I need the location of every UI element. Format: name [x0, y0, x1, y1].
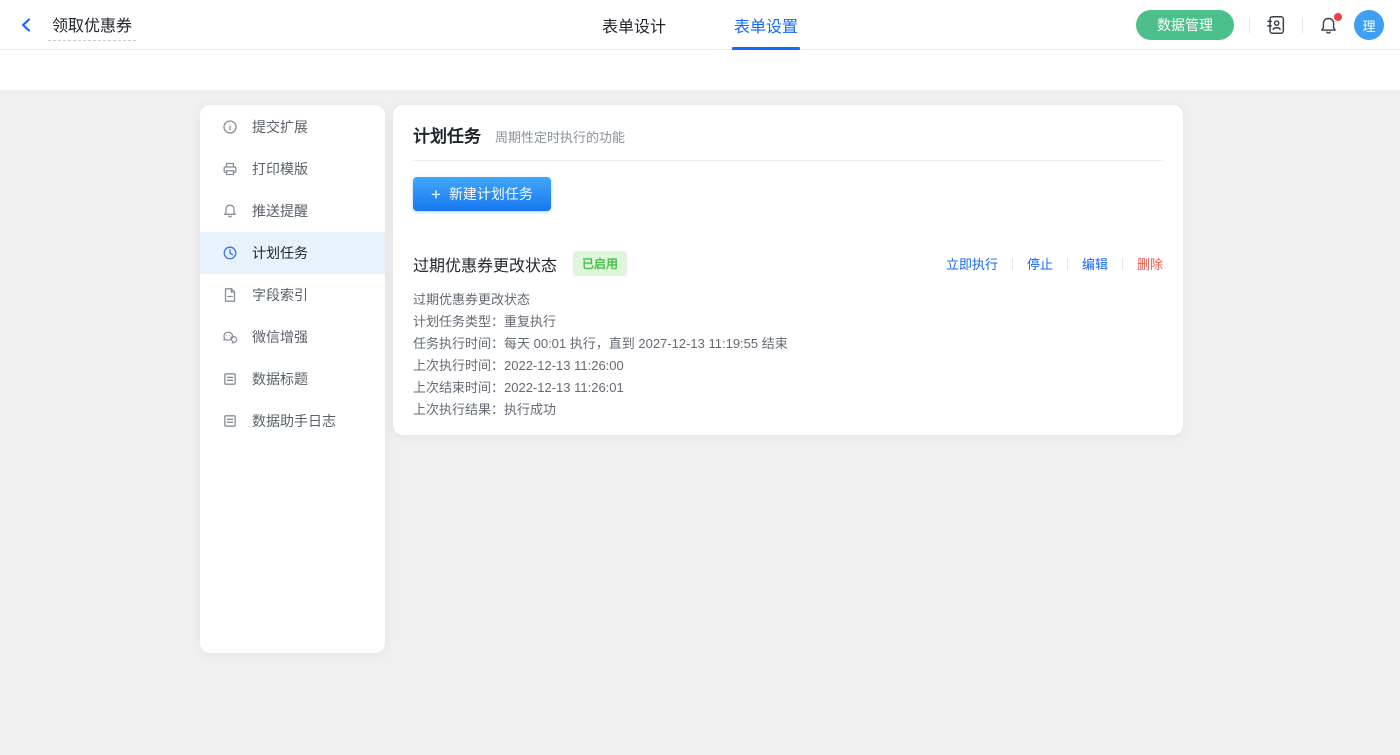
sidebar-item-wechat-enhance[interactable]: 微信增强 — [200, 316, 385, 358]
top-header-bar: 领取优惠券 表单设计 表单设置 数据管理 理 — [0, 0, 1400, 50]
sidebar-item-label: 数据标题 — [252, 369, 308, 389]
action-divider — [1122, 258, 1123, 270]
form-title[interactable]: 领取优惠券 — [48, 10, 136, 41]
back-button[interactable] — [18, 16, 36, 34]
settings-sidebar: 提交扩展 打印模版 推送提醒 — [200, 105, 385, 653]
data-manage-button[interactable]: 数据管理 — [1136, 10, 1234, 40]
clock-icon — [222, 245, 238, 261]
user-avatar[interactable]: 理 — [1354, 10, 1384, 40]
action-divider — [1067, 258, 1068, 270]
list-icon — [222, 371, 238, 387]
task-description: 过期优惠券更改状态 — [413, 289, 1163, 311]
sidebar-item-label: 打印模版 — [252, 159, 308, 179]
new-task-button-label: 新建计划任务 — [449, 184, 533, 204]
sidebar-item-label: 推送提醒 — [252, 201, 308, 221]
sidebar-item-data-title[interactable]: 数据标题 — [200, 358, 385, 400]
sidebar-item-submit-extension[interactable]: 提交扩展 — [200, 106, 385, 148]
delete-link[interactable]: 删除 — [1137, 254, 1163, 273]
last-run-time-line: 上次执行时间：2022-12-13 11:26:00 — [413, 355, 1163, 377]
tab-form-settings[interactable]: 表单设置 — [732, 0, 800, 50]
subheader-strip — [0, 50, 1400, 90]
wechat-icon — [222, 329, 238, 345]
scheduled-tasks-panel: 计划任务 周期性定时执行的功能 + 新建计划任务 过期优惠券更改状态 已启用 立… — [393, 105, 1183, 435]
edit-link[interactable]: 编辑 — [1082, 254, 1108, 273]
address-book-icon[interactable] — [1265, 14, 1287, 36]
task-title-group: 过期优惠券更改状态 已启用 — [413, 251, 627, 276]
sidebar-item-label: 计划任务 — [252, 243, 308, 263]
sidebar-item-label: 微信增强 — [252, 327, 308, 347]
list-icon — [222, 413, 238, 429]
sidebar-item-data-assistant-log[interactable]: 数据助手日志 — [200, 400, 385, 442]
back-chevron-icon — [18, 16, 36, 34]
header-divider — [1302, 17, 1303, 33]
last-end-time-line: 上次结束时间：2022-12-13 11:26:01 — [413, 377, 1163, 399]
panel-title: 计划任务 — [413, 122, 481, 147]
task-actions: 立即执行 停止 编辑 删除 — [946, 254, 1163, 273]
task-name: 过期优惠券更改状态 — [413, 252, 557, 276]
sidebar-item-label: 提交扩展 — [252, 117, 308, 137]
panel-subtitle: 周期性定时执行的功能 — [495, 127, 625, 146]
header-tabs: 表单设计 表单设置 — [600, 0, 800, 50]
plus-icon: + — [431, 186, 441, 203]
run-now-link[interactable]: 立即执行 — [946, 254, 998, 273]
new-scheduled-task-button[interactable]: + 新建计划任务 — [413, 177, 551, 211]
sidebar-item-print-template[interactable]: 打印模版 — [200, 148, 385, 190]
sidebar-item-push-reminder[interactable]: 推送提醒 — [200, 190, 385, 232]
panel-header: 计划任务 周期性定时执行的功能 — [413, 105, 1163, 161]
header-left: 领取优惠券 — [18, 0, 136, 50]
sidebar-item-field-index[interactable]: 字段索引 — [200, 274, 385, 316]
task-header-row: 过期优惠券更改状态 已启用 立即执行 停止 编辑 删除 — [413, 251, 1163, 276]
task-details: 过期优惠券更改状态 计划任务类型：重复执行 任务执行时间：每天 00:01 执行… — [413, 289, 1163, 421]
last-result-line: 上次执行结果：执行成功 — [413, 399, 1163, 421]
status-badge: 已启用 — [573, 251, 627, 276]
stop-link[interactable]: 停止 — [1027, 254, 1053, 273]
task-type-line: 计划任务类型：重复执行 — [413, 311, 1163, 333]
sidebar-item-scheduled-tasks[interactable]: 计划任务 — [200, 232, 385, 274]
notification-dot — [1334, 13, 1342, 21]
bell-icon — [222, 203, 238, 219]
action-divider — [1012, 258, 1013, 270]
header-right: 数据管理 理 — [1136, 0, 1384, 50]
printer-icon — [222, 161, 238, 177]
info-circle-icon — [222, 119, 238, 135]
notification-bell-icon[interactable] — [1318, 15, 1339, 36]
sidebar-item-label: 数据助手日志 — [252, 411, 336, 431]
header-divider — [1249, 17, 1250, 33]
page-content: 提交扩展 打印模版 推送提醒 — [0, 90, 1400, 755]
sidebar-item-label: 字段索引 — [252, 285, 308, 305]
tab-form-design[interactable]: 表单设计 — [600, 0, 668, 50]
task-schedule-line: 任务执行时间：每天 00:01 执行，直到 2027-12-13 11:19:5… — [413, 333, 1163, 355]
document-icon — [222, 287, 238, 303]
